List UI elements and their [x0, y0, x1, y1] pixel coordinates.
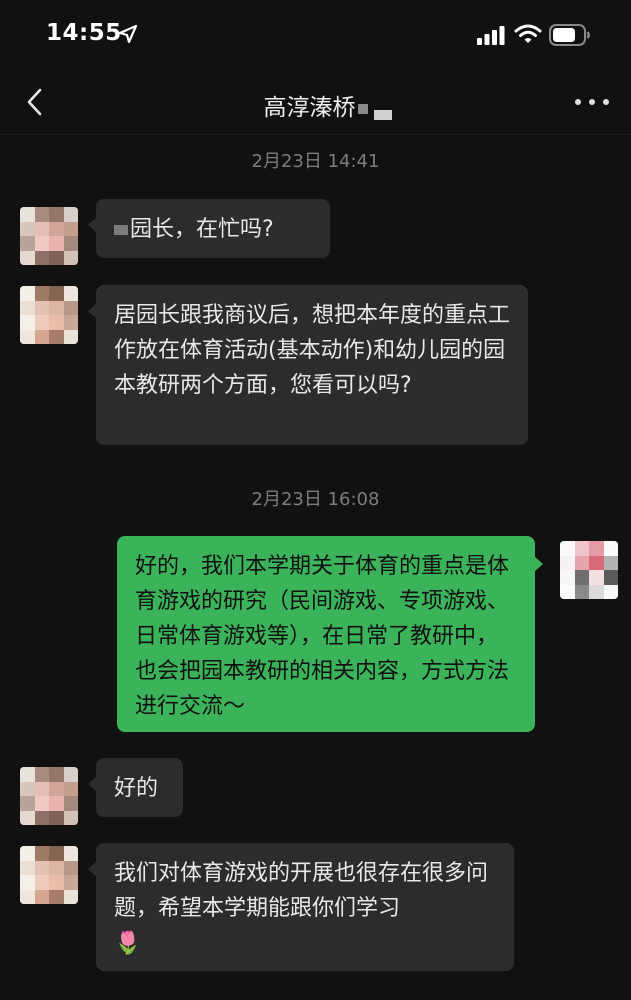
wifi-icon [514, 24, 542, 43]
pixelated-avatar-image [560, 541, 618, 599]
message-bubble-incoming[interactable]: 好的 [88, 758, 183, 817]
message-text: 好的 [114, 776, 159, 801]
contact-avatar[interactable] [20, 767, 78, 825]
more-dot [603, 99, 609, 105]
redaction-mosaic [357, 103, 368, 114]
status-bar: 14:55 [0, 0, 631, 68]
chat-title-wrap: 高淳溱桥 [0, 88, 631, 122]
more-button[interactable] [575, 90, 609, 114]
my-avatar[interactable] [560, 541, 618, 599]
pixelated-avatar-image [20, 846, 78, 904]
message-bubble-incoming[interactable]: 居园长跟我商议后，想把本年度的重点工作放在体育活动(基本动作)和幼儿园的园本教研… [88, 285, 528, 445]
cellular-signal-icon [477, 26, 505, 45]
message-list[interactable]: 2月23日 14:41 园长，在忙吗? 居园长跟我商议后，想把本年度的重点工作放… [0, 135, 631, 1000]
pixelated-avatar-image [20, 286, 78, 344]
message-bubble-incoming[interactable]: 园长，在忙吗? [88, 199, 330, 258]
chat-title: 高淳溱桥 [263, 95, 356, 121]
message-timestamp: 2月23日 14:41 [251, 151, 380, 172]
contact-avatar[interactable] [20, 207, 78, 265]
contact-avatar[interactable] [20, 846, 78, 904]
location-arrow-icon [118, 24, 138, 44]
battery-icon [549, 24, 590, 46]
message-text: 园长，在忙吗? [130, 217, 274, 242]
pixelated-avatar-image [20, 207, 78, 265]
more-dot [575, 99, 581, 105]
message-text: 我们对体育游戏的开展也很存在很多问题，希望本学期能跟你们学习 [114, 861, 489, 921]
status-time: 14:55 [46, 20, 122, 46]
message-text: 居园长跟我商议后，想把本年度的重点工作放在体育活动(基本动作)和幼儿园的园本教研… [114, 303, 511, 398]
tulip-emoji-icon: 🌷 [114, 931, 142, 956]
message-timestamp: 2月23日 16:08 [251, 489, 380, 510]
message-bubble-incoming[interactable]: 我们对体育游戏的开展也很存在很多问题，希望本学期能跟你们学习 🌷 [88, 843, 514, 971]
redaction-mosaic [114, 225, 128, 235]
redaction-mosaic [374, 110, 392, 120]
message-bubble-outgoing[interactable]: 好的，我们本学期关于体育的重点是体育游戏的研究（民间游戏、专项游戏、日常体育游戏… [117, 536, 543, 732]
message-text: 好的，我们本学期关于体育的重点是体育游戏的研究（民间游戏、专项游戏、日常体育游戏… [135, 554, 510, 719]
contact-avatar[interactable] [20, 286, 78, 344]
chat-header: 高淳溱桥 [0, 68, 631, 135]
more-dot [589, 99, 595, 105]
pixelated-avatar-image [20, 767, 78, 825]
